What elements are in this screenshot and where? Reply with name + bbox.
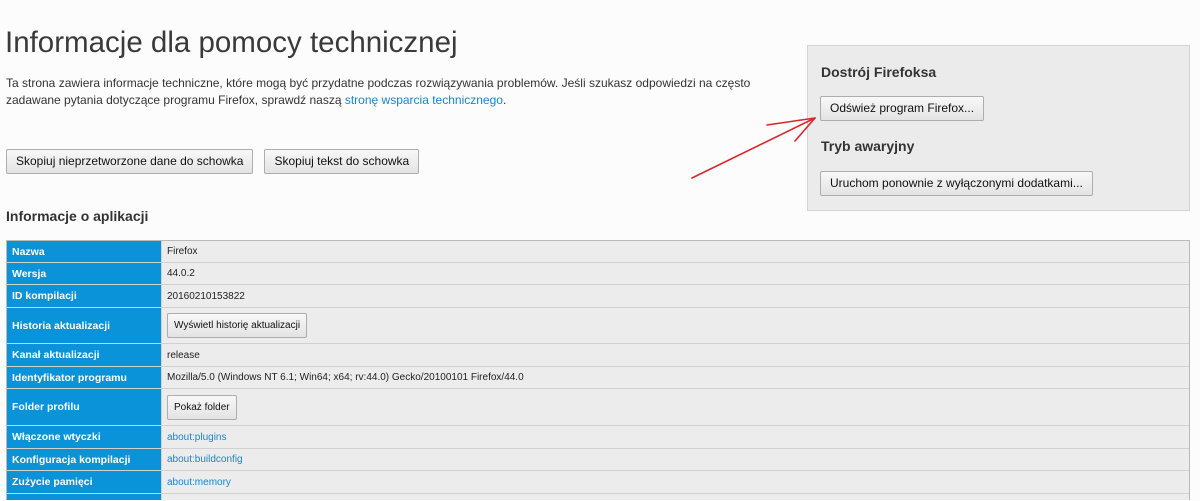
table-row: Konfiguracja kompilacji about:buildconfi… xyxy=(7,449,1189,471)
intro-text: Ta strona zawiera informacje techniczne,… xyxy=(6,75,750,109)
row-label: Zużycie pamięci xyxy=(7,471,162,493)
table-row: Włączone wtyczki about:plugins xyxy=(7,426,1189,449)
table-row: Identyfikator programu Mozilla/5.0 (Wind… xyxy=(7,367,1189,389)
row-label: Nazwa xyxy=(7,241,162,262)
table-row: Nazwa Firefox xyxy=(7,241,1189,263)
copy-raw-data-button[interactable]: Skopiuj nieprzetworzone dane do schowka xyxy=(6,149,254,174)
row-value: Firefox xyxy=(162,241,1189,262)
table-row: ID kompilacji 20160210153822 xyxy=(7,285,1189,308)
row-value: Pokaż folder xyxy=(162,389,1189,425)
table-row: Folder profilu Pokaż folder xyxy=(7,389,1189,426)
row-value xyxy=(162,494,1189,500)
copy-buttons: Skopiuj nieprzetworzone dane do schowka … xyxy=(6,149,420,174)
table-row: Historia aktualizacji Wyświetl historię … xyxy=(7,308,1189,344)
annotation-arrow-shaft xyxy=(691,117,816,179)
refresh-firefox-box: Dostrój Firefoksa Odśwież program Firefo… xyxy=(807,45,1190,211)
page-title: Informacje dla pomocy technicznej xyxy=(5,26,458,59)
table-row-partial xyxy=(7,494,1189,500)
row-label xyxy=(7,494,162,500)
row-label: Konfiguracja kompilacji xyxy=(7,449,162,470)
app-info-table: Nazwa Firefox Wersja 44.0.2 ID kompilacj… xyxy=(6,240,1190,500)
support-link[interactable]: stronę wsparcia technicznego xyxy=(345,93,503,107)
buildconfig-link[interactable]: about:buildconfig xyxy=(167,454,243,465)
row-label: Folder profilu xyxy=(7,389,162,425)
row-value: Mozilla/5.0 (Windows NT 6.1; Win64; x64;… xyxy=(162,367,1189,388)
copy-text-button[interactable]: Skopiuj tekst do schowka xyxy=(264,149,420,174)
intro-line-2: zadawane pytania dotyczące programu Fire… xyxy=(6,93,345,107)
refresh-heading: Dostrój Firefoksa xyxy=(821,64,937,80)
row-value: 20160210153822 xyxy=(162,285,1189,307)
row-label: Wersja xyxy=(7,263,162,284)
show-profile-folder-button[interactable]: Pokaż folder xyxy=(167,394,237,420)
row-value: about:memory xyxy=(162,471,1189,493)
intro-period: . xyxy=(502,93,507,107)
row-value: about:buildconfig xyxy=(162,449,1189,470)
plugins-link[interactable]: about:plugins xyxy=(167,432,227,443)
table-row: Kanał aktualizacji release xyxy=(7,344,1189,367)
memory-link[interactable]: about:memory xyxy=(167,477,231,488)
row-label: ID kompilacji xyxy=(7,285,162,307)
row-value: Wyświetl historię aktualizacji xyxy=(162,308,1189,343)
intro-line-1: Ta strona zawiera informacje techniczne,… xyxy=(6,76,751,90)
table-row: Wersja 44.0.2 xyxy=(7,263,1189,285)
restart-safe-mode-button[interactable]: Uruchom ponownie z wyłączonymi dodatkami… xyxy=(820,171,1093,196)
row-label: Włączone wtyczki xyxy=(7,426,162,448)
row-label: Kanał aktualizacji xyxy=(7,344,162,366)
refresh-firefox-button[interactable]: Odśwież program Firefox... xyxy=(820,96,985,121)
app-info-heading: Informacje o aplikacji xyxy=(6,208,149,224)
safe-mode-heading: Tryb awaryjny xyxy=(821,138,915,154)
row-value: 44.0.2 xyxy=(162,263,1189,284)
table-row: Zużycie pamięci about:memory xyxy=(7,471,1189,494)
row-label: Identyfikator programu xyxy=(7,367,162,388)
row-label: Historia aktualizacji xyxy=(7,308,162,343)
show-update-history-button[interactable]: Wyświetl historię aktualizacji xyxy=(167,313,308,338)
row-value: about:plugins xyxy=(162,426,1189,448)
support-page: { "page": { "title": "Informacje dla pom… xyxy=(0,0,1200,501)
row-value: release xyxy=(162,344,1189,366)
